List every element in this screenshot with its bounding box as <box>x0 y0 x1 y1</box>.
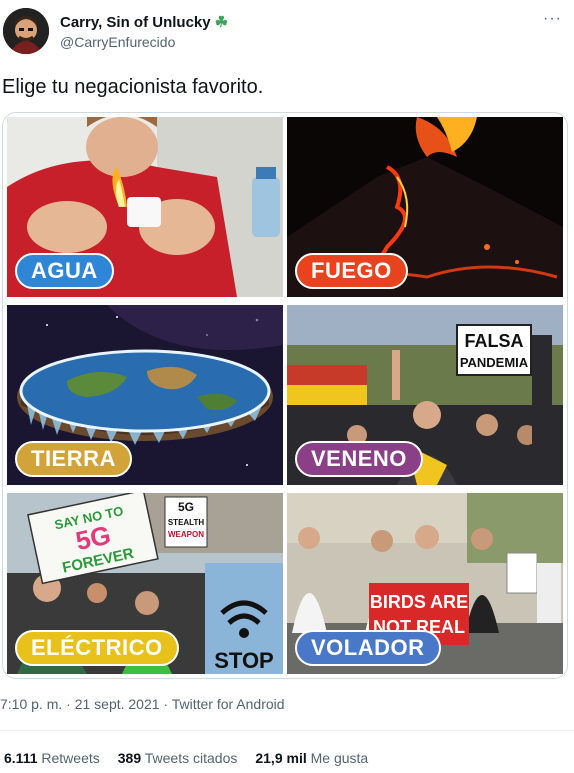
sign-stealth-line3: WEAPON <box>168 530 204 539</box>
likes-count: 21,9 mil <box>255 750 307 766</box>
author-name[interactable]: Carry, Sin of Unlucky <box>60 14 211 31</box>
sign-stealth-line2: STEALTH <box>168 518 205 527</box>
sign-falsa-line2: PANDEMIA <box>460 355 529 370</box>
tile-electrico: SAY NO TO 5G FOREVER 5G STEALTH WEAPON S… <box>7 493 283 674</box>
author-name-row[interactable]: Carry, Sin of Unlucky ☘ <box>60 13 229 32</box>
quotes-count: 389 <box>117 750 142 766</box>
tweet-image[interactable]: AGUA FUEGO TIERRA FALSA PANDEMIA VENENO … <box>2 112 568 679</box>
tweet-timestamp[interactable]: 7:10 p. m. · 21 sept. 2021 · Twitter for… <box>0 696 285 712</box>
tweet-header: Carry, Sin of Unlucky ☘ @CarryEnfurecido… <box>0 0 574 62</box>
sign-falsa-line1: FALSA <box>464 331 523 351</box>
tile-agua: AGUA <box>7 117 283 297</box>
tile-fuego: FUEGO <box>287 117 563 297</box>
label-electrico: ELÉCTRICO <box>15 630 179 666</box>
tile-tierra: TIERRA <box>7 305 283 485</box>
more-options-icon[interactable]: ··· <box>543 10 562 28</box>
label-fuego: FUEGO <box>295 253 408 289</box>
label-veneno: VENENO <box>295 441 423 477</box>
sign-stop: STOP <box>214 648 274 673</box>
divider <box>0 730 574 731</box>
sign-birds-line1: BIRDS ARE <box>370 592 468 612</box>
sign-stealth-line1: 5G <box>178 500 194 514</box>
author-handle[interactable]: @CarryEnfurecido <box>60 34 175 50</box>
label-agua: AGUA <box>15 253 114 289</box>
tweet-text: Elige tu negacionista favorito. <box>2 76 264 98</box>
retweets-stat[interactable]: 6.111 Retweets <box>4 750 100 766</box>
tweet-stats: 6.111 Retweets 389 Tweets citados 21,9 m… <box>4 750 368 766</box>
likes-label: Me gusta <box>310 750 369 766</box>
shamrock-emoji: ☘ <box>214 14 229 31</box>
quotes-label: Tweets citados <box>144 750 238 766</box>
label-tierra: TIERRA <box>15 441 132 477</box>
avatar-illustration <box>3 8 49 54</box>
avatar[interactable] <box>3 8 49 54</box>
quotes-stat[interactable]: 389 Tweets citados <box>118 750 238 766</box>
label-volador: VOLADOR <box>295 630 441 666</box>
retweets-count: 6.111 <box>4 750 38 766</box>
likes-stat[interactable]: 21,9 mil Me gusta <box>255 750 368 766</box>
tile-veneno: FALSA PANDEMIA VENENO <box>287 305 563 485</box>
tile-volador: BIRDS ARE NOT REAL VOLADOR <box>287 493 563 674</box>
retweets-label: Retweets <box>41 750 100 766</box>
